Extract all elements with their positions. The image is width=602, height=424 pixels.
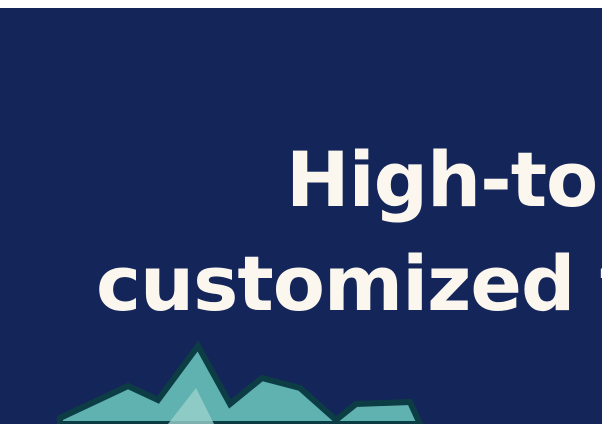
burst-shape bbox=[57, 340, 424, 424]
hero-banner: High-tou customized t bbox=[0, 8, 602, 424]
spiky-burst-icon bbox=[57, 340, 424, 424]
